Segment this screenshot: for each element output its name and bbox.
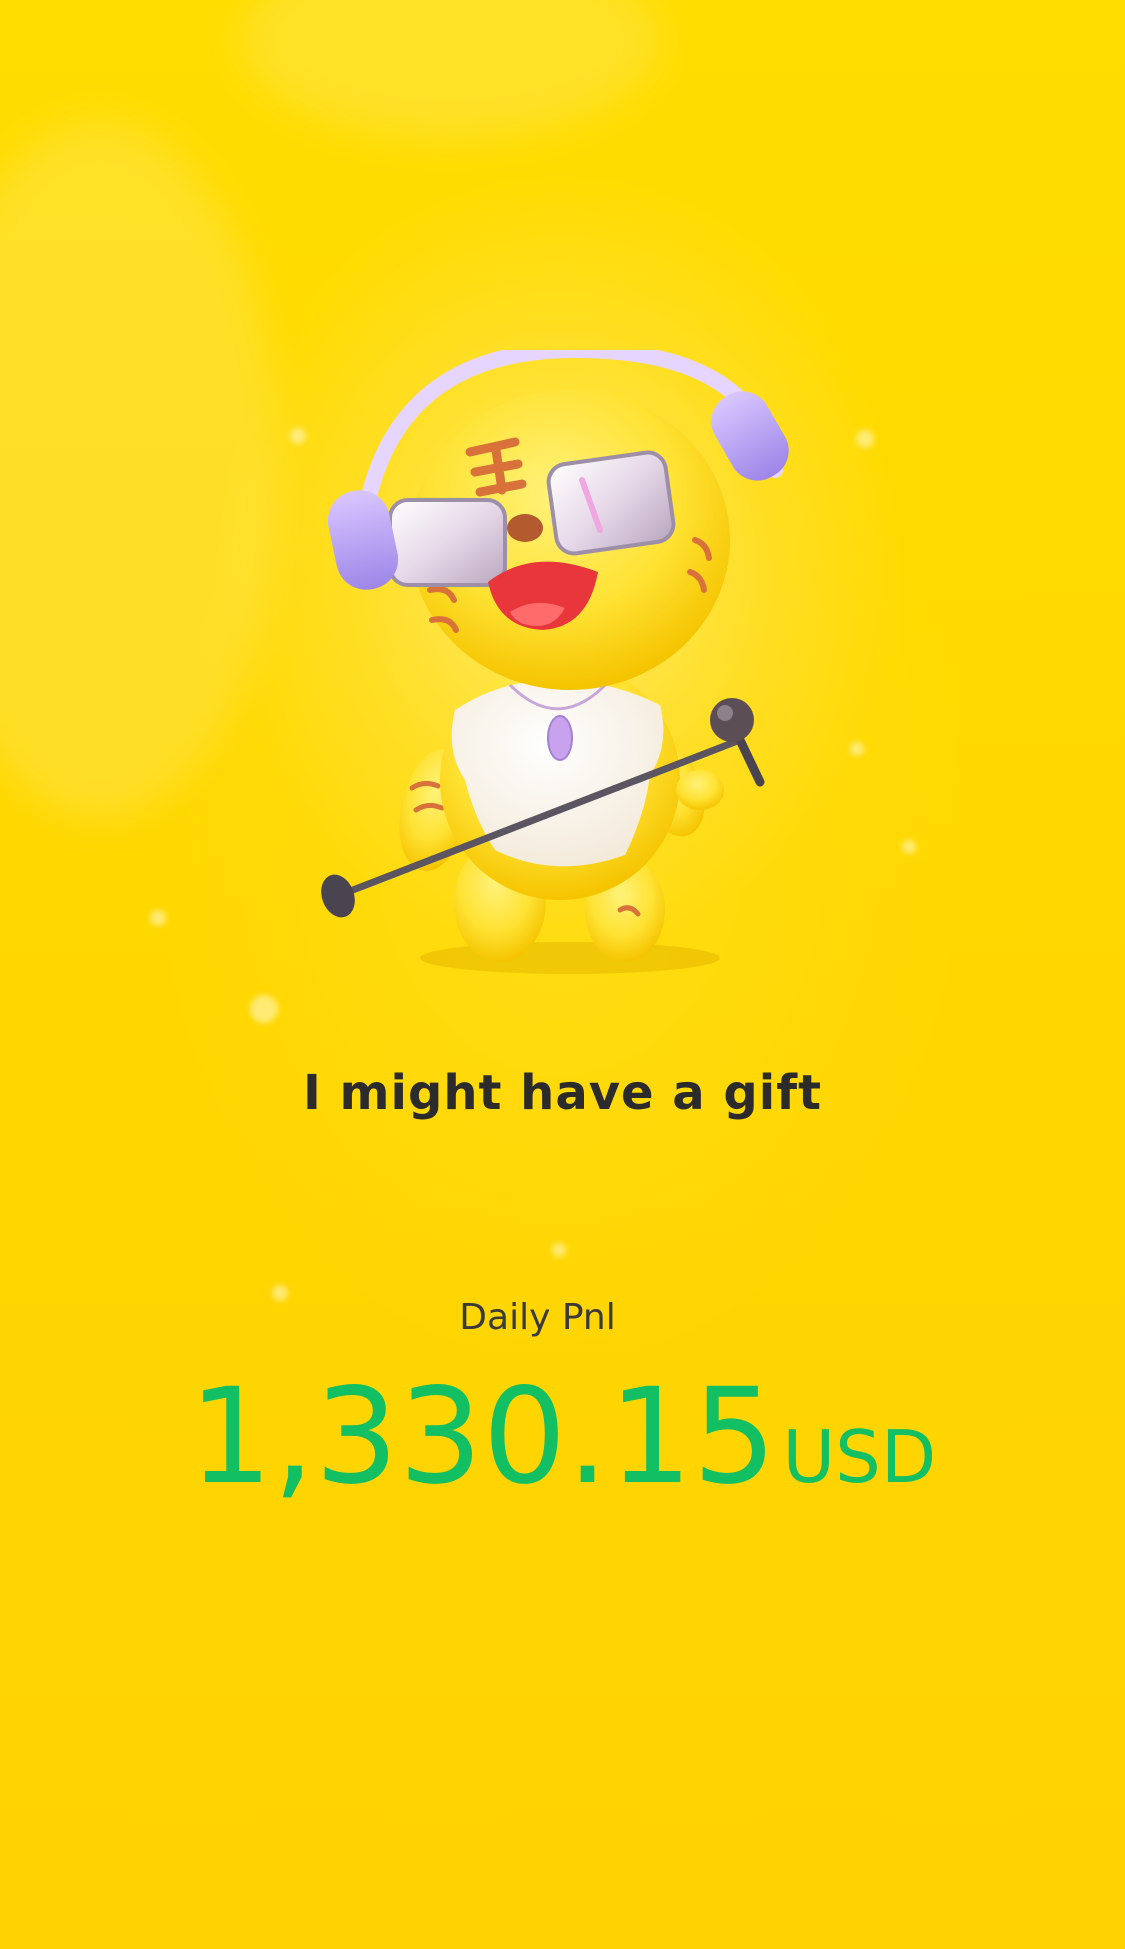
pnl-value: 1,330.15 [188,1360,777,1514]
nose [507,514,543,542]
daily-pnl-amount: 1,330.15USD [0,1360,1125,1514]
sparkle [250,995,278,1023]
mic-stand-base [321,874,355,918]
mic-head-highlight [717,705,733,721]
sparkle [290,428,306,444]
mic-head [710,698,754,742]
bg-wisp [0,120,280,820]
daily-pnl-label: Daily Pnl [459,1297,616,1338]
sparkle [902,840,916,854]
left-lens [388,498,507,587]
headphone-right-cup [711,391,789,481]
right-lens [546,450,676,556]
sparkle [856,430,874,448]
ground-shadow [420,942,720,974]
pnl-currency: USD [782,1415,937,1499]
sparkle [150,910,166,926]
bg-wisp [240,0,660,140]
pendant [547,715,573,761]
sparkle [552,1243,566,1257]
mic-handle [735,735,765,787]
right-hand [676,770,724,810]
tiger-mascot-illustration [321,350,789,974]
tagline: I might have a gift [302,1065,823,1121]
sparkle [850,742,864,756]
headphone-left-cup [327,490,399,590]
gift-screen: I might have a gift Daily Pnl 1,330.15US… [0,0,1125,1949]
